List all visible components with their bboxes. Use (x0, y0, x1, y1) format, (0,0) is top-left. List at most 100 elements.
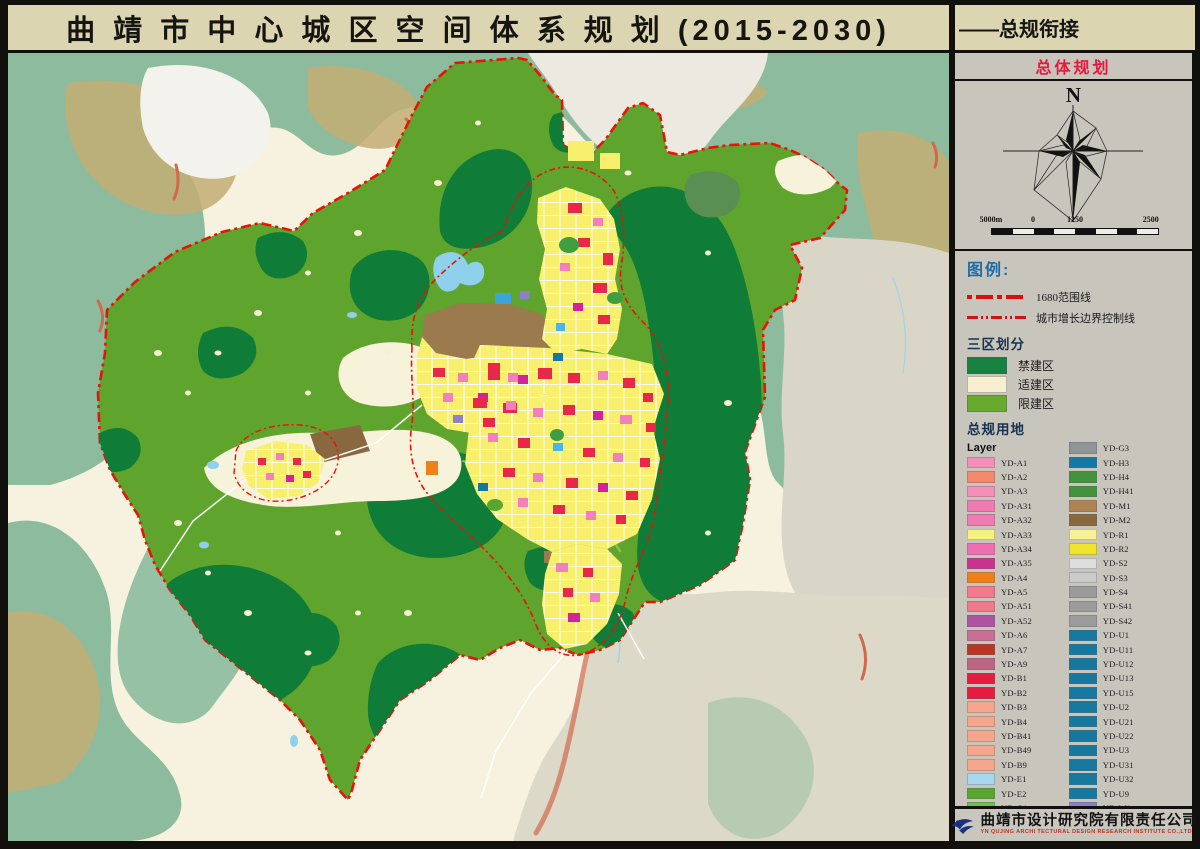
landuse-swatch (967, 658, 995, 670)
landuse-swatch (967, 543, 995, 555)
scale-tick: 2500 (1143, 215, 1159, 224)
scale-tick-labels: 0125025005000m (991, 215, 1159, 226)
landuse-code: YD-A52 (1001, 616, 1032, 626)
landuse-item: YD-B9 (967, 758, 1069, 772)
landuse-title: 总规用地 (967, 418, 1182, 438)
landuse-swatch (967, 716, 995, 728)
landuse-code: YD-H3 (1103, 458, 1130, 468)
landuse-code: YD-H4 (1103, 472, 1130, 482)
landuse-swatch (967, 745, 995, 757)
zone-label: 禁建区 (1018, 357, 1054, 374)
landuse-item: YD-R1 (1069, 527, 1182, 541)
panel-header: 总体规划 (955, 53, 1192, 81)
landuse-swatch (1069, 442, 1097, 454)
zones-title: 三区划分 (967, 333, 1182, 353)
landuse-swatch (967, 701, 995, 713)
landuse-item: YD-E2 (967, 786, 1069, 800)
plan-sheet: 曲 靖 市 中 心 城 区 空 间 体 系 规 划 (2015-2030) ——… (0, 0, 1200, 849)
landuse-swatch (967, 500, 995, 512)
landuse-item: YD-A35 (967, 556, 1069, 570)
landuse-code: YD-A2 (1001, 472, 1028, 482)
landuse-item: YD-E1 (967, 772, 1069, 786)
legend-title: 图例: (967, 256, 1182, 280)
landuse-item: YD-M2 (1069, 513, 1182, 527)
landuse-code: YD-B49 (1001, 745, 1031, 755)
landuse-item: YD-S4 (1069, 585, 1182, 599)
landuse-swatch (1069, 457, 1097, 469)
landuse-swatch (1069, 745, 1097, 757)
legend-line-item: 城市增长边界控制线 (967, 307, 1182, 328)
landuse-code: YD-A1 (1001, 458, 1028, 468)
landuse-item: YD-S3 (1069, 571, 1182, 585)
landuse-swatch (967, 687, 995, 699)
landuse-code: YD-A9 (1001, 659, 1028, 669)
landuse-swatch (967, 486, 995, 498)
landuse-item: YD-A52 (967, 614, 1069, 628)
landuse-item: YD-A7 (967, 642, 1069, 656)
landuse-item: YD-U2 (1069, 700, 1182, 714)
page-title: 曲 靖 市 中 心 城 区 空 间 体 系 规 划 (2015-2030) (66, 7, 891, 49)
landuse-code: YD-S41 (1103, 601, 1133, 611)
line-label: 1680范围线 (1036, 289, 1091, 305)
landuse-swatch (1069, 514, 1097, 526)
landuse-swatch (1069, 701, 1097, 713)
landuse-item: YD-A33 (967, 527, 1069, 541)
landuse-item: YD-A4 (967, 571, 1069, 585)
landuse-item: YD-G3 (1069, 441, 1182, 455)
company-name-en: YN QUJING ARCHI TECTURAL DESIGN RESEARCH… (981, 829, 1198, 836)
landuse-code: YD-S2 (1103, 558, 1128, 568)
landuse-code: YD-U31 (1103, 760, 1134, 770)
landuse-swatch (967, 773, 995, 785)
landuse-swatch (1069, 773, 1097, 785)
landuse-item: YD-B3 (967, 700, 1069, 714)
landuse-item: YD-U13 (1069, 671, 1182, 685)
landuse-code: YD-M1 (1103, 501, 1131, 511)
landuse-code: YD-B4 (1001, 717, 1027, 727)
landuse-swatch (1069, 471, 1097, 483)
landuse-item: YD-U11 (1069, 642, 1182, 656)
landuse-swatch (967, 759, 995, 771)
landuse-item: YD-B49 (967, 743, 1069, 757)
landuse-item: YD-A1 (967, 455, 1069, 469)
landuse-code: YD-S3 (1103, 573, 1128, 583)
landuse-code: YD-A31 (1001, 501, 1032, 511)
landuse-item: YD-A6 (967, 628, 1069, 642)
landuse-swatch (1069, 572, 1097, 584)
landuse-item: YD-A51 (967, 599, 1069, 613)
landuse-item: YD-A34 (967, 542, 1069, 556)
landuse-code: YD-U3 (1103, 745, 1130, 755)
landuse-swatch (1069, 558, 1097, 570)
landuse-code: YD-B3 (1001, 702, 1027, 712)
company-footer: 曲靖市设计研究院有限责任公司 YN QUJING ARCHI TECTURAL … (955, 806, 1192, 841)
landuse-code: YD-E1 (1001, 774, 1027, 784)
landuse-swatch (967, 558, 995, 570)
landuse-item: YD-U31 (1069, 758, 1182, 772)
map-canvas (8, 53, 949, 841)
landuse-swatch (967, 514, 995, 526)
landuse-code: YD-G3 (1103, 443, 1130, 453)
landuse-item: YD-S2 (1069, 556, 1182, 570)
landuse-swatch (967, 730, 995, 742)
landuse-code: YD-B41 (1001, 731, 1031, 741)
landuse-swatch (1069, 759, 1097, 771)
landuse-swatch (1069, 543, 1097, 555)
landuse-right-list: YD-G3 YD-H3 YD-H4 (1069, 441, 1182, 806)
landuse-item: YD-H4 (1069, 470, 1182, 484)
title-right-label: ——总规衔接 (955, 13, 1079, 42)
title-bar-right: ——总规衔接 (952, 5, 1195, 53)
landuse-swatch (1069, 658, 1097, 670)
scale-tick: 1250 (1067, 215, 1083, 224)
landuse-code: YD-U32 (1103, 774, 1134, 784)
landuse-code: YD-U1 (1103, 630, 1130, 640)
landuse-code: YD-M2 (1103, 515, 1131, 525)
title-bar: 曲 靖 市 中 心 城 区 空 间 体 系 规 划 (2015-2030) (8, 5, 949, 53)
landuse-item: YD-U3 (1069, 743, 1182, 757)
line-label: 城市增长边界控制线 (1036, 310, 1135, 326)
legend-line-item: 1680范围线 (967, 286, 1182, 307)
landuse-item: YD-A3 (967, 484, 1069, 498)
landuse-item: YD-A9 (967, 657, 1069, 671)
landuse-item: YD-H41 (1069, 484, 1182, 498)
landuse-code: YD-A6 (1001, 630, 1028, 640)
landuse-swatch (967, 644, 995, 656)
landuse-code: YD-U21 (1103, 717, 1134, 727)
